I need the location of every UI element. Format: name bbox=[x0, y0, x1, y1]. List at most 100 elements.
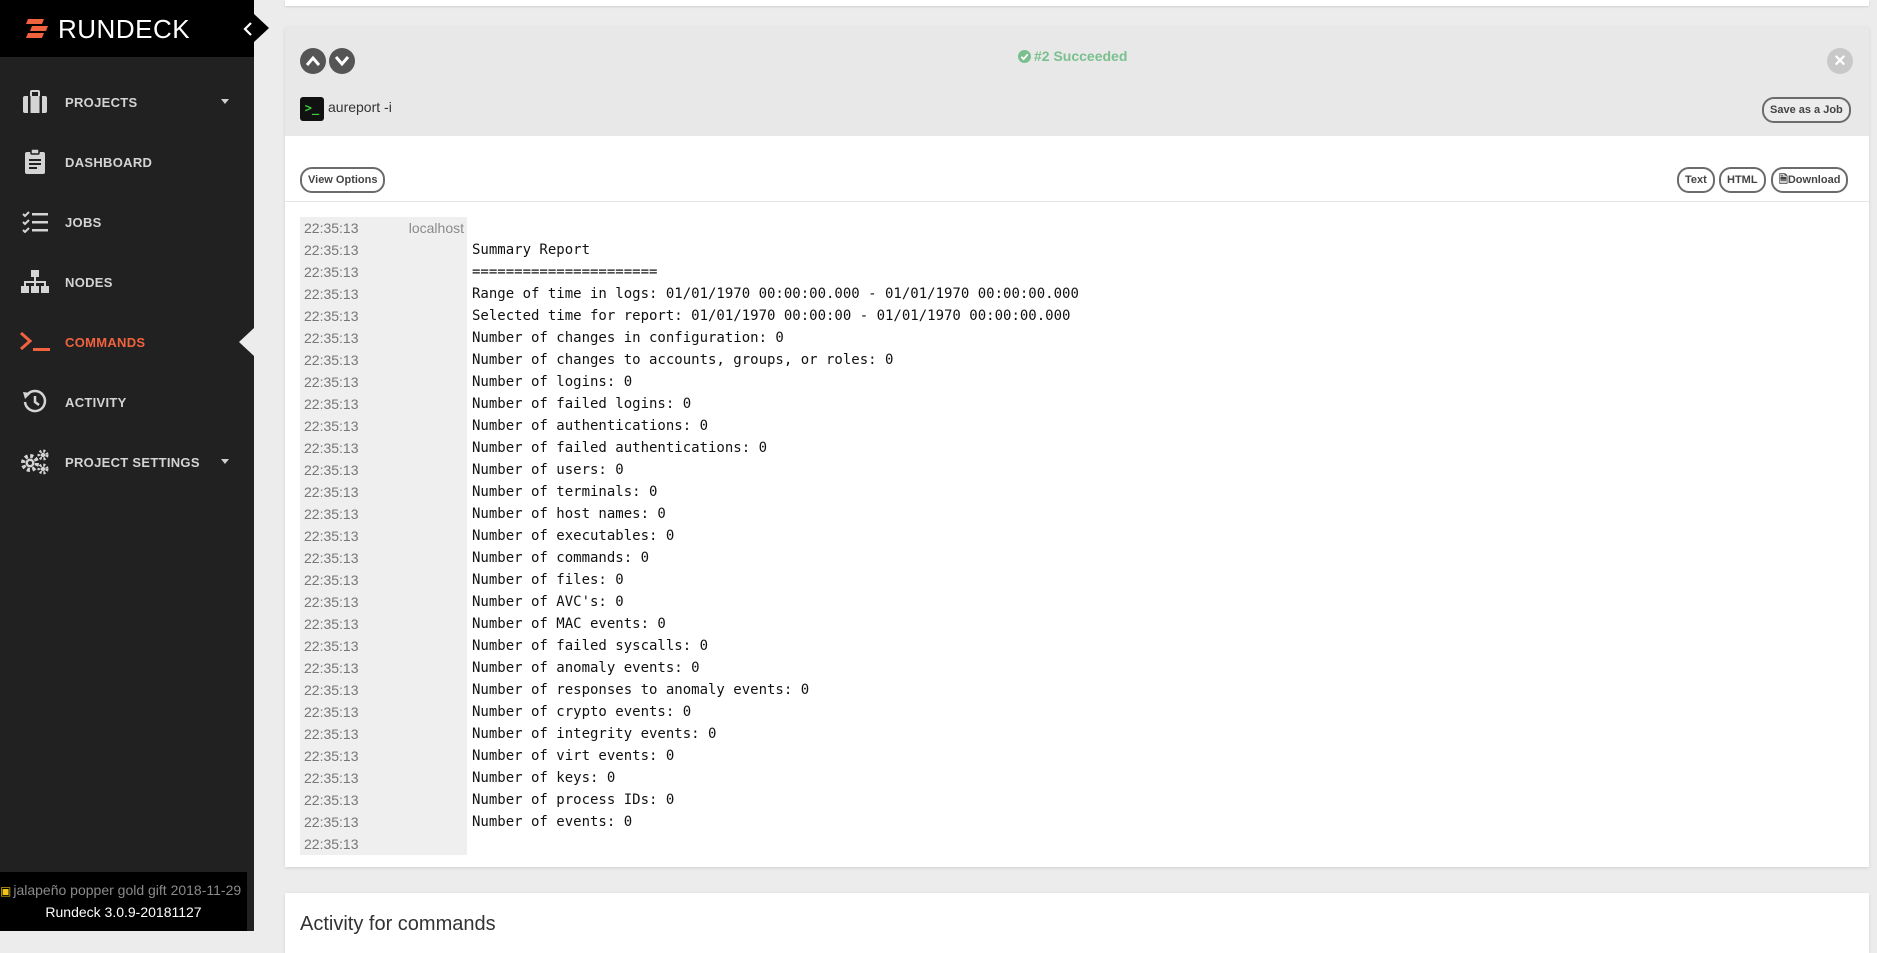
previous-card-edge bbox=[285, 0, 1869, 6]
html-output-button[interactable]: HTML bbox=[1719, 167, 1766, 193]
gift-icon: ▣ bbox=[0, 884, 12, 898]
chevron-down-icon bbox=[335, 56, 349, 67]
sidebar-item-label: JOBS bbox=[65, 215, 102, 230]
rundeck-logo-icon bbox=[26, 19, 48, 38]
next-execution-button[interactable] bbox=[329, 48, 355, 74]
log-gutter: 22:35:13 bbox=[300, 789, 467, 811]
log-row: 22:35:13 Number of logins: 0 bbox=[300, 371, 1079, 393]
log-row: 22:35:13 Number of MAC events: 0 bbox=[300, 613, 1079, 635]
download-button[interactable]: 🗎Download bbox=[1771, 167, 1849, 193]
execution-status-text: #2 Succeeded bbox=[1034, 48, 1128, 64]
sidebar-item-project-settings[interactable]: PROJECT SETTINGS bbox=[0, 432, 254, 492]
log-time: 22:35:13 bbox=[304, 264, 359, 280]
sidebar-item-dashboard[interactable]: DASHBOARD bbox=[0, 132, 254, 192]
log-gutter: 22:35:13 bbox=[300, 525, 467, 547]
log-time: 22:35:13 bbox=[304, 418, 359, 434]
log-gutter: 22:35:13 bbox=[300, 613, 467, 635]
view-options-button[interactable]: View Options bbox=[300, 167, 386, 193]
chevron-up-icon bbox=[306, 55, 320, 66]
sidebar-nav: PROJECTS DASHBOARD JOBS NODES COMMANDS A… bbox=[0, 72, 254, 492]
log-time: 22:35:13 bbox=[304, 682, 359, 698]
log-row: 22:35:13 Number of commands: 0 bbox=[300, 547, 1079, 569]
log-gutter: 22:35:13 bbox=[300, 591, 467, 613]
log-row: 22:35:13 bbox=[300, 833, 1079, 855]
log-text: Number of changes in configuration: 0 bbox=[472, 330, 784, 346]
log-time: 22:35:13 bbox=[304, 814, 359, 830]
sidebar: RUNDECK PROJECTS DASHBOARD JOBS NODES CO… bbox=[0, 0, 269, 931]
brand-name: RUNDECK bbox=[58, 14, 191, 44]
brand-bar: RUNDECK bbox=[0, 0, 254, 57]
sidebar-item-projects[interactable]: PROJECTS bbox=[0, 72, 254, 132]
log-gutter: 22:35:13 bbox=[300, 261, 467, 283]
log-text: Summary Report bbox=[472, 242, 591, 258]
log-gutter: 22:35:13 bbox=[300, 283, 467, 305]
log-output[interactable]: 22:35:13 localhost 22:35:13 Summary Report 2… bbox=[300, 217, 1079, 855]
brand-notch bbox=[254, 14, 269, 42]
log-row: 22:35:13 Number of crypto events: 0 bbox=[300, 701, 1079, 723]
version-name: ▣ jalapeño popper gold gift 2018-11-29 bbox=[0, 882, 247, 898]
log-text: Number of commands: 0 bbox=[472, 550, 650, 566]
log-gutter: 22:35:13 bbox=[300, 833, 467, 855]
log-time: 22:35:13 bbox=[304, 308, 359, 324]
version-number: Rundeck 3.0.9-20181127 bbox=[45, 904, 202, 920]
active-indicator bbox=[239, 328, 254, 356]
divider bbox=[285, 201, 1869, 202]
log-gutter: 22:35:13 bbox=[300, 481, 467, 503]
log-row: 22:35:13 ====================== bbox=[300, 261, 1079, 283]
log-text: Selected time for report: 01/01/1970 00:… bbox=[472, 308, 1071, 324]
log-row: 22:35:13 Number of failed authentications… bbox=[300, 437, 1079, 459]
sidebar-item-label: COMMANDS bbox=[65, 335, 146, 350]
log-text: Number of responses to anomaly events: 0 bbox=[472, 682, 810, 698]
sidebar-collapse-button[interactable] bbox=[241, 16, 255, 42]
check-circle-icon bbox=[1018, 49, 1031, 63]
log-time: 22:35:13 bbox=[304, 638, 359, 654]
log-row: 22:35:13 Number of executables: 0 bbox=[300, 525, 1079, 547]
sidebar-item-commands[interactable]: COMMANDS bbox=[0, 312, 254, 372]
log-text: Number of anomaly events: 0 bbox=[472, 660, 700, 676]
save-as-job-button[interactable]: Save as a Job bbox=[1762, 97, 1851, 123]
log-text: Number of MAC events: 0 bbox=[472, 616, 666, 632]
log-text: Number of crypto events: 0 bbox=[472, 704, 692, 720]
log-text bbox=[467, 217, 472, 239]
log-time: 22:35:13 bbox=[304, 572, 359, 588]
log-gutter: 22:35:13 bbox=[300, 327, 467, 349]
version-name-text: jalapeño popper gold gift 2018-11-29 bbox=[13, 882, 242, 898]
log-text: Number of process IDs: 0 bbox=[472, 792, 675, 808]
log-row: 22:35:13 Number of host names: 0 bbox=[300, 503, 1079, 525]
sidebar-item-activity[interactable]: ACTIVITY bbox=[0, 372, 254, 432]
close-execution-button[interactable]: × bbox=[1827, 48, 1853, 74]
log-gutter: 22:35:13 bbox=[300, 679, 467, 701]
log-gutter: 22:35:13 bbox=[300, 371, 467, 393]
log-row: 22:35:13 Number of changes in configurati… bbox=[300, 327, 1079, 349]
sidebar-item-label: DASHBOARD bbox=[65, 155, 153, 170]
log-text: Number of virt events: 0 bbox=[472, 748, 675, 764]
log-time: 22:35:13 bbox=[304, 286, 359, 302]
log-time: 22:35:13 bbox=[304, 550, 359, 566]
log-text: Range of time in logs: 01/01/1970 00:00:… bbox=[472, 286, 1079, 302]
previous-execution-button[interactable] bbox=[300, 48, 326, 74]
log-text: Number of logins: 0 bbox=[472, 374, 633, 390]
text-output-button[interactable]: Text bbox=[1677, 167, 1715, 193]
log-text: Number of files: 0 bbox=[472, 572, 624, 588]
command-text: aureport -i bbox=[328, 99, 392, 115]
log-row: 22:35:13 Number of authentications: 0 bbox=[300, 415, 1079, 437]
log-time: 22:35:13 bbox=[304, 836, 359, 852]
log-gutter: 22:35:13 bbox=[300, 767, 467, 789]
activity-title: Activity for commands bbox=[300, 913, 496, 935]
log-gutter: 22:35:13 bbox=[300, 569, 467, 591]
log-time: 22:35:13 bbox=[304, 748, 359, 764]
execution-status[interactable]: #2 Succeeded bbox=[1018, 48, 1127, 64]
log-time: 22:35:13 bbox=[304, 770, 359, 786]
log-gutter: 22:35:13 bbox=[300, 723, 467, 745]
sidebar-item-jobs[interactable]: JOBS bbox=[0, 192, 254, 252]
log-time: 22:35:13 bbox=[304, 484, 359, 500]
log-time: 22:35:13 bbox=[304, 374, 359, 390]
sidebar-item-nodes[interactable]: NODES bbox=[0, 252, 254, 312]
log-row: 22:35:13 Number of virt events: 0 bbox=[300, 745, 1079, 767]
log-time: 22:35:13 bbox=[304, 440, 359, 456]
terminal-prompt-icon bbox=[20, 329, 50, 355]
activity-card: Activity for commands bbox=[285, 893, 1869, 953]
terminal-icon: >_ bbox=[300, 97, 324, 121]
sidebar-item-label: ACTIVITY bbox=[65, 395, 127, 410]
caret-down-icon bbox=[221, 459, 229, 464]
